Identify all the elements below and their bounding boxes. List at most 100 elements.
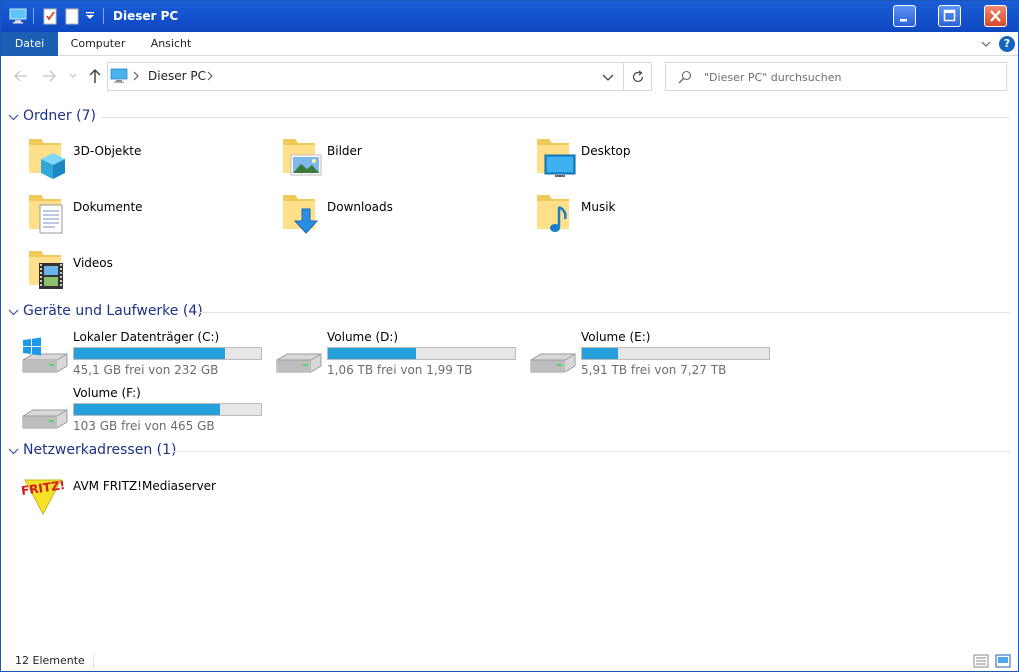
window-title: Dieser PC [113,9,179,23]
drive-usage-bar [73,403,262,416]
drive-free-space: 5,91 TB frei von 7,27 TB [581,363,727,377]
folder-label: Desktop [581,144,631,158]
folder-item[interactable]: Desktop [535,135,785,187]
drive-name: Volume (E:) [581,330,651,344]
desktop-folder-icon [537,139,576,177]
forward-arrow-icon[interactable] [41,68,57,84]
network-item-label: AVM FRITZ!Mediaserver [73,479,216,493]
tab-file[interactable]: Datei [1,32,58,56]
chevron-down-icon[interactable] [8,307,19,318]
customize-quick-access-icon[interactable] [85,11,95,21]
folder-item[interactable]: Bilder [281,135,531,187]
chevron-down-icon[interactable] [8,112,19,123]
up-arrow-icon[interactable] [87,68,103,84]
folder-item[interactable]: Downloads [281,191,531,243]
folder-label: Musik [581,200,616,214]
back-arrow-icon[interactable] [13,68,29,84]
navigation-bar: Dieser PC [1,56,1018,98]
search-input[interactable] [704,67,994,87]
large-icons-view-icon[interactable] [995,654,1011,668]
breadcrumb-this-pc[interactable]: Dieser PC [148,69,206,83]
computer-icon [110,68,128,83]
ribbon-tabs: Datei Computer Ansicht ? [1,32,1018,56]
drive-name: Volume (D:) [327,330,399,344]
status-bar: 12 Elemente [1,650,1018,671]
status-separator [93,654,94,668]
expand-ribbon-icon[interactable] [980,38,992,50]
drive-item[interactable]: Lokaler Datenträger (C:) 45,1 GB frei vo… [21,330,271,386]
help-icon[interactable]: ? [999,36,1015,52]
drive-usage-fill [582,348,618,359]
group-divider [101,117,1010,118]
address-divider [623,63,624,90]
properties-icon[interactable] [43,7,57,25]
maximize-button[interactable] [938,5,961,27]
music-folder-icon [537,195,569,232]
folder-item[interactable]: 3D-Objekte [27,135,277,187]
tab-view[interactable]: Ansicht [143,32,199,56]
maximize-icon [943,9,956,22]
breadcrumb-chevron-icon[interactable] [206,71,214,81]
quick-access-separator [103,8,104,24]
folder-item[interactable]: Dokumente [27,191,277,243]
search-box[interactable] [665,62,1007,91]
drive-usage-bar [73,347,262,360]
folder-label: 3D-Objekte [73,144,142,158]
videos-folder-icon [29,251,63,289]
group-title: Geräte und Laufwerke (4) [23,303,203,319]
3d-objects-folder-icon [29,139,65,179]
drive-usage-fill [328,348,416,359]
explorer-window: Dieser PC Datei Computer Ansicht ? Diese… [0,0,1019,672]
drive-usage-fill [74,348,226,359]
new-document-icon[interactable] [65,7,79,25]
quick-access-separator [33,8,34,24]
drive-free-space: 103 GB frei von 465 GB [73,419,215,433]
address-bar[interactable]: Dieser PC [107,62,652,91]
downloads-folder-icon [283,195,319,234]
folder-label: Videos [73,256,113,270]
drive-name: Lokaler Datenträger (C:) [73,330,220,344]
group-title: Ordner (7) [23,108,96,124]
recent-locations-chevron-icon[interactable] [69,72,77,80]
folder-label: Bilder [327,144,362,158]
computer-icon[interactable] [9,7,27,25]
hard-drive-icon [530,353,576,373]
drive-usage-bar [327,347,516,360]
title-bar[interactable]: Dieser PC [1,1,1018,32]
group-header-drives[interactable]: Geräte und Laufwerke (4) [1,302,1018,322]
fritz-logo-icon: FRITZ! [20,478,66,516]
close-icon [990,10,1001,22]
pictures-folder-icon [283,139,322,176]
drive-usage-fill [74,404,220,415]
folder-item[interactable]: Musik [535,191,785,243]
group-title: Netzwerkadressen (1) [23,442,177,458]
breadcrumb-chevron-icon[interactable] [132,71,140,81]
address-history-chevron-icon[interactable] [600,69,616,85]
folder-item[interactable]: Videos [27,247,277,299]
content-area: Ordner (7) 3D-Objekte Bilder Desktop Dok… [1,98,1018,650]
details-view-icon[interactable] [973,654,989,668]
windows-drive-icon [22,337,68,373]
folder-label: Dokumente [73,200,143,214]
group-header-folders[interactable]: Ordner (7) [1,107,1018,127]
drive-item[interactable]: Volume (F:) 103 GB frei von 465 GB [21,386,271,442]
tab-computer[interactable]: Computer [65,32,131,56]
documents-folder-icon [29,195,63,234]
refresh-icon[interactable] [630,69,646,85]
chevron-down-icon[interactable] [8,446,19,457]
drive-item[interactable]: Volume (E:) 5,91 TB frei von 7,27 TB [529,330,779,386]
minimize-icon [900,19,907,22]
group-divider [197,312,1010,313]
minimize-button[interactable] [893,5,916,27]
drive-free-space: 45,1 GB frei von 232 GB [73,363,219,377]
drive-usage-bar [581,347,770,360]
search-icon [678,70,692,84]
hard-drive-icon [22,409,68,429]
item-count: 12 Elemente [15,654,85,667]
network-item[interactable]: FRITZ! AVM FRITZ!Mediaserver [19,470,269,522]
group-header-network[interactable]: Netzwerkadressen (1) [1,441,1018,461]
drive-item[interactable]: Volume (D:) 1,06 TB frei von 1,99 TB [275,330,525,386]
close-button[interactable] [984,5,1007,27]
folder-label: Downloads [327,200,393,214]
group-divider [173,451,1010,452]
